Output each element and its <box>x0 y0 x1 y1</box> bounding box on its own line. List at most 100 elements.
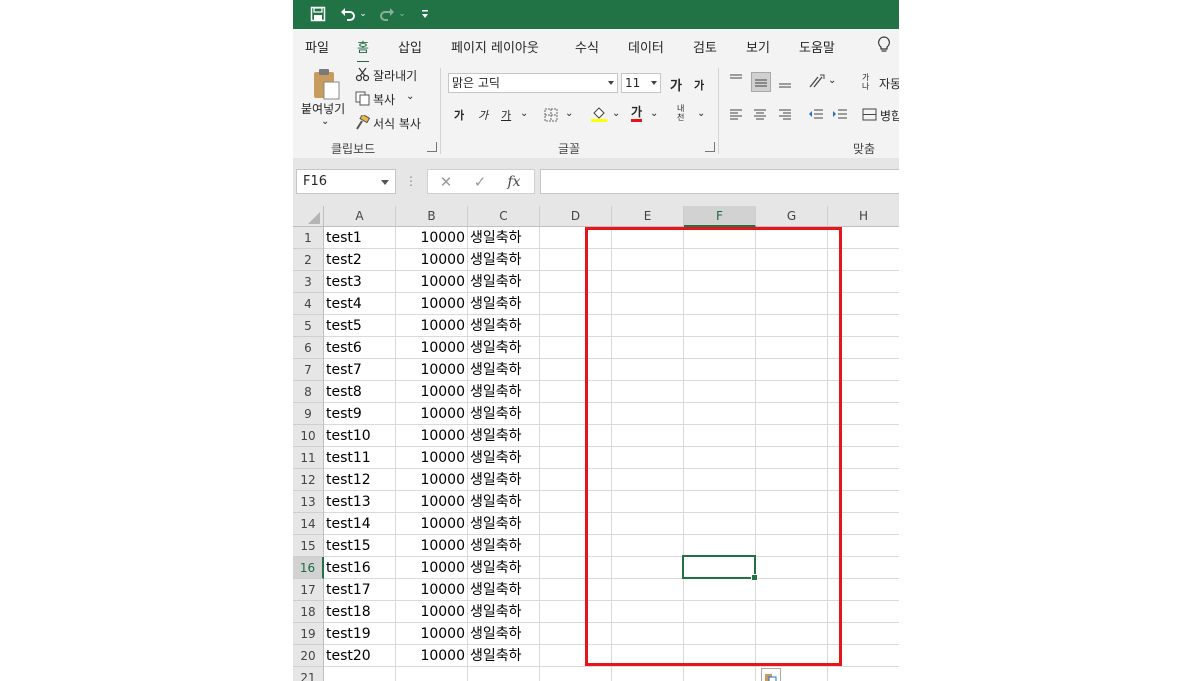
column-header-a[interactable]: A <box>324 206 396 227</box>
cell-c1[interactable]: 생일축하 <box>468 227 540 249</box>
cell-a5[interactable]: test5 <box>324 315 396 337</box>
row-header[interactable]: 19 <box>293 623 324 645</box>
cell-h11[interactable] <box>828 447 899 469</box>
row-header[interactable]: 8 <box>293 381 324 403</box>
cell-a20[interactable]: test20 <box>324 645 396 667</box>
cell-g1[interactable] <box>756 227 828 249</box>
align-middle-icon[interactable] <box>751 72 771 92</box>
cell-e8[interactable] <box>612 381 684 403</box>
cell-f6[interactable] <box>684 337 756 359</box>
cell-c11[interactable]: 생일축하 <box>468 447 540 469</box>
font-name-combo[interactable]: 맑은 고딕 <box>448 73 618 93</box>
cell-e2[interactable] <box>612 249 684 271</box>
orientation-dropdown-icon[interactable]: ⌄ <box>828 75 836 86</box>
cell-e13[interactable] <box>612 491 684 513</box>
cell-e6[interactable] <box>612 337 684 359</box>
row-header[interactable]: 5 <box>293 315 324 337</box>
borders-dropdown-icon[interactable]: ⌄ <box>565 108 573 119</box>
column-header-g[interactable]: G <box>756 206 828 227</box>
grow-font-button[interactable]: 가 <box>670 75 682 94</box>
column-header-h[interactable]: H <box>828 206 899 227</box>
paste-button[interactable]: 붙여넣기 <box>301 100 345 117</box>
format-painter-icon[interactable] <box>354 114 370 130</box>
column-header-d[interactable]: D <box>540 206 612 227</box>
cell-a14[interactable]: test14 <box>324 513 396 535</box>
tab-view[interactable]: 보기 <box>746 37 770 56</box>
cell-e7[interactable] <box>612 359 684 381</box>
wrap-text-button[interactable]: 자동 <box>879 75 899 92</box>
cell-b12[interactable]: 10000 <box>396 469 468 491</box>
select-all-corner[interactable] <box>293 206 324 227</box>
cell-d9[interactable] <box>540 403 612 425</box>
merge-center-icon[interactable] <box>861 106 877 122</box>
cell-b11[interactable]: 10000 <box>396 447 468 469</box>
copy-icon[interactable] <box>354 90 370 106</box>
cell-a6[interactable]: test6 <box>324 337 396 359</box>
cell-h21[interactable] <box>828 667 899 681</box>
cell-e19[interactable] <box>612 623 684 645</box>
cell-c16[interactable]: 생일축하 <box>468 557 540 579</box>
cut-button[interactable]: 잘라내기 <box>373 67 417 84</box>
font-color-button[interactable]: 가 <box>631 105 643 122</box>
row-header[interactable]: 6 <box>293 337 324 359</box>
cell-a12[interactable]: test12 <box>324 469 396 491</box>
cell-f15[interactable] <box>684 535 756 557</box>
cell-e15[interactable] <box>612 535 684 557</box>
cell-h12[interactable] <box>828 469 899 491</box>
fill-handle[interactable] <box>751 574 758 581</box>
cell-c17[interactable]: 생일축하 <box>468 579 540 601</box>
cell-d11[interactable] <box>540 447 612 469</box>
cell-b2[interactable]: 10000 <box>396 249 468 271</box>
cell-g2[interactable] <box>756 249 828 271</box>
cell-d14[interactable] <box>540 513 612 535</box>
row-header[interactable]: 13 <box>293 491 324 513</box>
cell-h4[interactable] <box>828 293 899 315</box>
cell-f3[interactable] <box>684 271 756 293</box>
cell-f12[interactable] <box>684 469 756 491</box>
cell-b19[interactable]: 10000 <box>396 623 468 645</box>
drag-handle-icon[interactable]: ⋮ <box>405 173 417 189</box>
cell-f20[interactable] <box>684 645 756 667</box>
cell-d3[interactable] <box>540 271 612 293</box>
cell-b10[interactable]: 10000 <box>396 425 468 447</box>
shrink-font-button[interactable]: 가 <box>694 77 704 93</box>
cancel-icon[interactable]: ✕ <box>438 173 454 191</box>
row-header[interactable]: 12 <box>293 469 324 491</box>
cell-f9[interactable] <box>684 403 756 425</box>
clipboard-launcher-icon[interactable] <box>427 142 437 152</box>
cell-h6[interactable] <box>828 337 899 359</box>
row-header[interactable]: 1 <box>293 227 324 249</box>
cell-e11[interactable] <box>612 447 684 469</box>
cell-e20[interactable] <box>612 645 684 667</box>
cell-d8[interactable] <box>540 381 612 403</box>
cell-a11[interactable]: test11 <box>324 447 396 469</box>
cell-b5[interactable]: 10000 <box>396 315 468 337</box>
cell-h14[interactable] <box>828 513 899 535</box>
cell-d16[interactable] <box>540 557 612 579</box>
cell-a3[interactable]: test3 <box>324 271 396 293</box>
cell-h20[interactable] <box>828 645 899 667</box>
cell-g13[interactable] <box>756 491 828 513</box>
cell-g11[interactable] <box>756 447 828 469</box>
orientation-icon[interactable] <box>807 72 827 90</box>
redo-dropdown-icon[interactable]: ⌄ <box>398 5 406 23</box>
cell-g6[interactable] <box>756 337 828 359</box>
cell-d4[interactable] <box>540 293 612 315</box>
tab-data[interactable]: 데이터 <box>628 37 664 56</box>
cell-f5[interactable] <box>684 315 756 337</box>
cell-g8[interactable] <box>756 381 828 403</box>
cell-h7[interactable] <box>828 359 899 381</box>
cell-f11[interactable] <box>684 447 756 469</box>
tab-help[interactable]: 도움말 <box>799 37 835 56</box>
underline-button[interactable]: 가 <box>501 107 511 123</box>
underline-dropdown-icon[interactable]: ⌄ <box>520 108 528 119</box>
cell-d10[interactable] <box>540 425 612 447</box>
paste-icon[interactable] <box>310 68 342 100</box>
row-header[interactable]: 21 <box>293 667 324 681</box>
cell-e5[interactable] <box>612 315 684 337</box>
bold-button[interactable]: 가 <box>454 107 464 123</box>
row-header[interactable]: 10 <box>293 425 324 447</box>
cell-c3[interactable]: 생일축하 <box>468 271 540 293</box>
paste-dropdown-icon[interactable]: ⌄ <box>321 116 329 127</box>
cell-e4[interactable] <box>612 293 684 315</box>
